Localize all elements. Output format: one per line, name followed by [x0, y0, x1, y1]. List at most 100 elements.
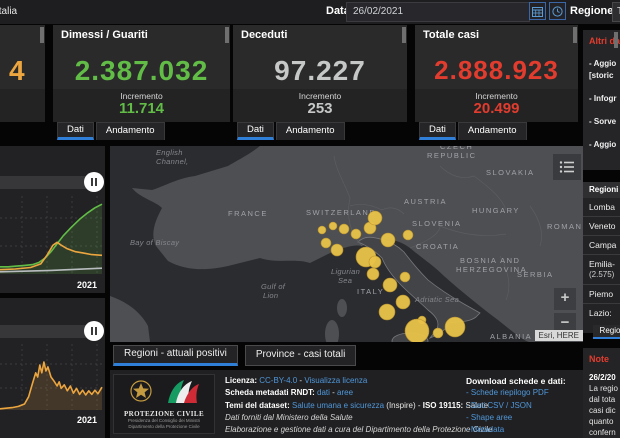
panel-regioni-list: Regioni Lomba Veneto Campa Emilia-(2.575… — [583, 182, 620, 333]
tab-andamento[interactable]: Andamento — [96, 122, 165, 140]
clock-button[interactable] — [549, 2, 566, 20]
region-row-veneto[interactable]: Veneto — [583, 216, 620, 235]
map-bubble[interactable] — [339, 224, 349, 234]
note-heading: Note — [589, 354, 620, 364]
tab-province-casi-totali[interactable]: Province - casi totali — [245, 345, 356, 366]
map-bubble[interactable] — [403, 230, 413, 240]
map-tabs: Regioni - attuali positivi Province - ca… — [113, 345, 356, 366]
map-bubble[interactable] — [405, 319, 429, 342]
map-bubble[interactable] — [381, 233, 395, 247]
map-label: Channel, — [156, 157, 188, 166]
map-label: Gulf of — [261, 282, 286, 291]
altri-link-aggiornamenti[interactable]: - Aggio — [589, 59, 620, 69]
region-row-campania[interactable]: Campa — [583, 235, 620, 254]
date-input[interactable]: 26/02/2021 — [346, 2, 530, 22]
card-value: 4 — [0, 55, 45, 87]
map-label: CROATIA — [416, 242, 459, 251]
map-label: REPUBLIC — [427, 151, 477, 160]
panel-note: Note 26/2/20 La regio dal tota casi dic … — [583, 348, 620, 438]
map-bubble[interactable] — [321, 238, 331, 248]
download-shape-aree-link[interactable]: - Shape aree — [466, 412, 581, 424]
map-bubble[interactable] — [351, 229, 361, 239]
map-label: BOSNIA AND — [460, 256, 520, 265]
region-select[interactable]: Tutte — [612, 2, 620, 22]
card-tabs: Dati Andamento — [57, 122, 165, 140]
map-bubble[interactable] — [331, 244, 343, 256]
map-bubble[interactable] — [379, 304, 395, 320]
scrollbar-thumb[interactable] — [225, 27, 229, 43]
map-bubble[interactable] — [433, 328, 443, 338]
increment-value: 20.499 — [415, 101, 578, 116]
card-increment: Incremento 20.499 — [415, 89, 578, 122]
license-link[interactable]: CC-BY-4.0 — [259, 376, 297, 385]
altri-link-aggiornamento[interactable]: - Aggio — [589, 140, 620, 150]
card-value: 2.888.923 — [415, 55, 578, 86]
scrollbar-thumb[interactable] — [573, 27, 577, 43]
altri-link-infografica[interactable]: - Infogr — [589, 94, 620, 104]
clock-icon — [552, 6, 563, 17]
map-bubble[interactable] — [318, 226, 326, 234]
region-row-emilia[interactable]: Emilia-(2.575) — [583, 254, 620, 284]
chart-area-nuovi-positivi — [0, 362, 102, 410]
tab-dati[interactable]: Dati — [237, 122, 274, 140]
trend-line-chart — [0, 196, 105, 278]
license-line-2: Scheda metadati RNDT: dati - aree — [225, 387, 463, 399]
map-bubble[interactable] — [445, 317, 465, 337]
region-row-piemonte[interactable]: Piemo — [583, 284, 620, 303]
map-bubble[interactable] — [368, 211, 382, 225]
map-bubble[interactable] — [329, 222, 337, 230]
visualizza-licenza-link[interactable]: Visualizza licenza — [304, 376, 367, 385]
carousel-pause-button[interactable] — [84, 321, 104, 341]
tab-regioni[interactable]: Regio — [593, 325, 620, 339]
new-cases-line-chart — [0, 344, 105, 414]
carousel-pause-button[interactable] — [84, 172, 104, 192]
scrollbar-thumb[interactable] — [614, 32, 618, 48]
license-line-3: Temi del dataset: Salute umana e sicurez… — [225, 400, 463, 412]
logo-subtitle-2: Dipartimento della Protezione Civile — [114, 424, 214, 430]
panel-trend-chart: 2021 — [0, 146, 105, 293]
card-value: 2.387.032 — [53, 55, 230, 87]
region-row-lazio[interactable]: Lazio: — [583, 303, 620, 322]
chart-header-strip — [0, 176, 88, 189]
altri-link-sorveglianza[interactable]: - Sorve — [589, 117, 620, 127]
aree-link[interactable]: aree — [337, 388, 353, 397]
scrollbar-thumb[interactable] — [40, 27, 44, 43]
region-row-lombardia[interactable]: Lomba — [583, 198, 620, 216]
dati-link[interactable]: dati — [317, 388, 330, 397]
map-bubble[interactable] — [383, 278, 397, 292]
map-label: Lion — [263, 291, 278, 300]
salute-link[interactable]: Salute umana e sicurezza — [292, 401, 384, 410]
zoom-in-button[interactable]: + — [554, 288, 576, 310]
calendar-button[interactable] — [529, 2, 546, 20]
panel-altri-dati: Altri da - Aggio [storic - Infogr - Sorv… — [583, 30, 620, 170]
map-label: English — [156, 148, 183, 157]
download-schede-pdf-link[interactable]: - Schede riepilogo PDF — [466, 387, 581, 399]
tab-dati[interactable]: Dati — [57, 122, 94, 140]
license-label: Licenza: — [225, 376, 257, 385]
download-csv-json-link[interactable]: - Dati CSV / JSON — [466, 400, 581, 412]
tab-regioni-attuali-positivi[interactable]: Regioni - attuali positivi — [113, 345, 238, 366]
tab-andamento[interactable]: Andamento — [458, 122, 527, 140]
dashboard: Italia Data 26/02/2021 Regione Tutte 4 — [0, 0, 620, 438]
note-text-line: confern — [589, 427, 620, 438]
license-line-4: Dati forniti dal Ministero della Salute — [225, 412, 463, 424]
map-bubble[interactable] — [400, 272, 410, 282]
scrollbar-thumb[interactable] — [402, 27, 406, 43]
download-heading: Download schede e dati: — [466, 375, 581, 387]
map-bubble[interactable] — [396, 295, 410, 309]
iso-label: ISO 19115: — [423, 401, 463, 410]
altri-link-aggiornamenti-2[interactable]: [storic — [589, 71, 620, 81]
metadati-label: Scheda metadati RNDT: — [225, 388, 315, 397]
legend-button[interactable] — [553, 154, 581, 180]
protezione-civile-logo: PROTEZIONE CIVILE Presidenza del Consigl… — [113, 374, 215, 434]
tab-andamento[interactable]: Andamento — [276, 122, 345, 140]
download-metadata-link[interactable]: - Metadata — [466, 424, 581, 436]
card-title: Totale casi — [423, 29, 479, 41]
card-dimessi-guariti: Dimessi / Guariti 2.387.032 Incremento 1… — [53, 25, 230, 122]
legend-list-icon — [559, 160, 575, 174]
map-bubble[interactable] — [369, 256, 381, 268]
tab-dati[interactable]: Dati — [419, 122, 456, 140]
map-panel[interactable]: EnglishChannel,Bay of BiscayFRANCESWITZE… — [110, 146, 583, 342]
logo-title: PROTEZIONE CIVILE — [114, 410, 214, 418]
map-bubble[interactable] — [367, 268, 379, 280]
